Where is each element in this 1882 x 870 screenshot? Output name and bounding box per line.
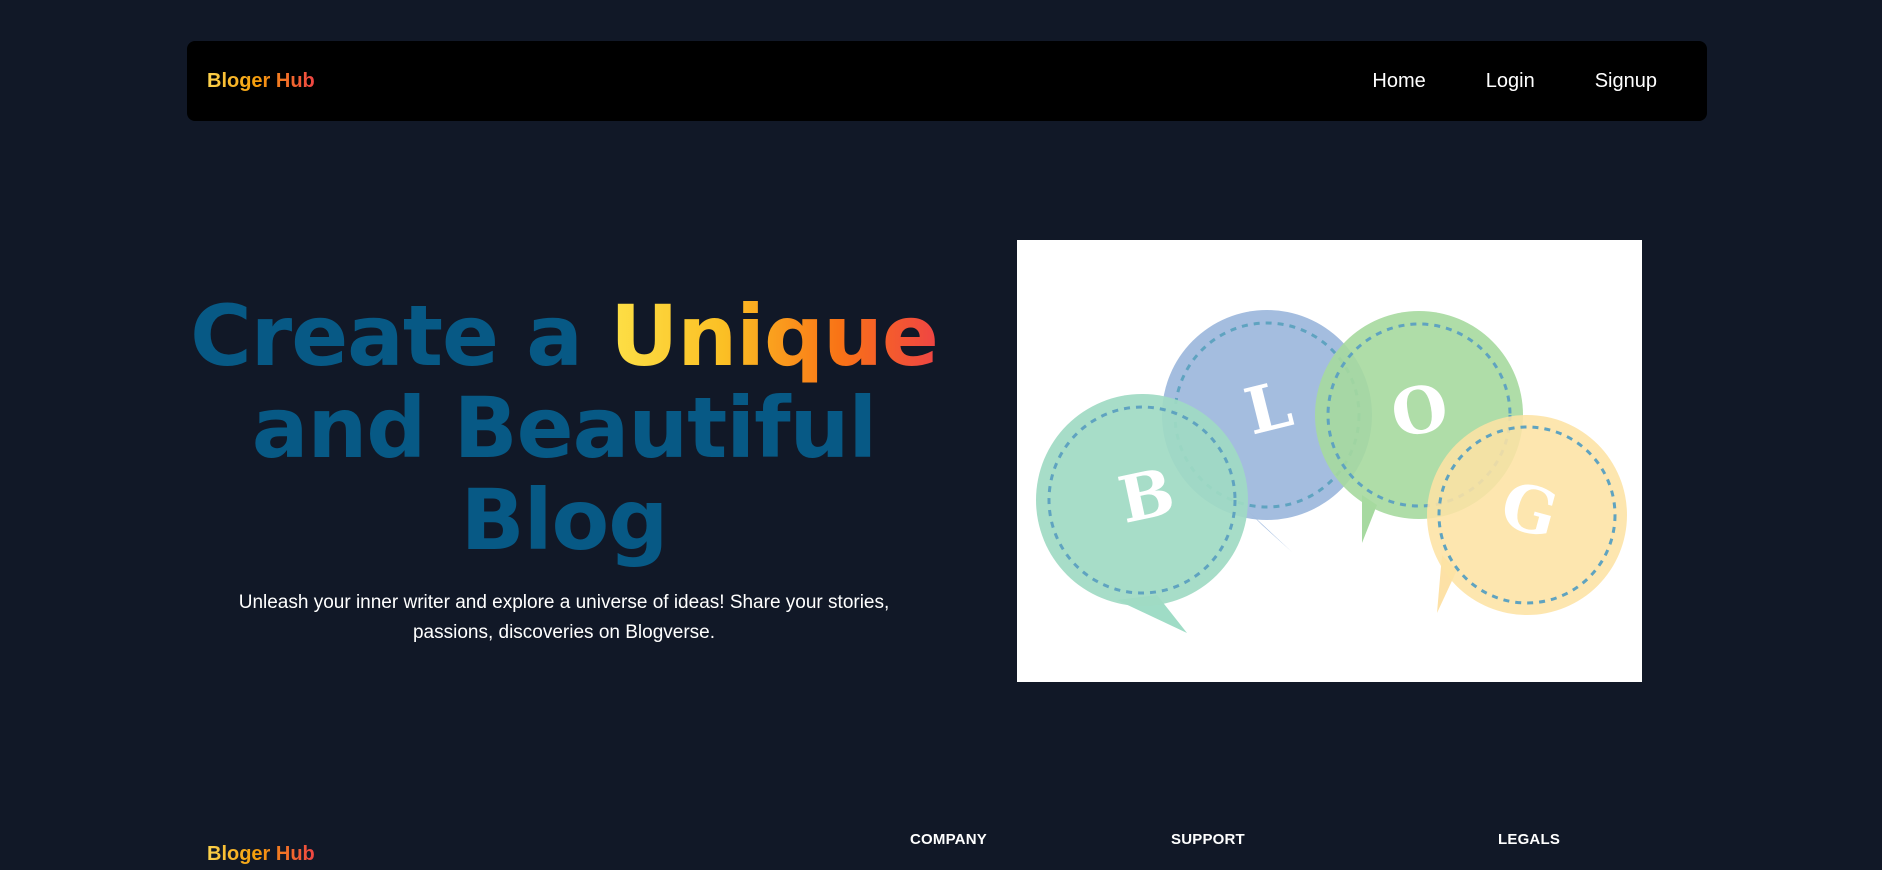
navbar: Bloger Hub Home Login Signup — [187, 41, 1707, 121]
hero-subtitle: Unleash your inner writer and explore a … — [238, 592, 890, 643]
blog-bubbles-graphic: B L O G — [1036, 310, 1627, 633]
footer-heading-support: SUPPORT — [1171, 831, 1245, 848]
nav-home-link[interactable]: Home — [1372, 70, 1425, 93]
hero-title-part3: Blog — [460, 471, 669, 569]
page: Bloger Hub Home Login Signup Create a Un… — [0, 0, 1882, 870]
hero-title: Create a Unique and Beautiful Blog — [187, 290, 941, 566]
nav-signup-link[interactable]: Signup — [1595, 70, 1657, 93]
nav-login-link[interactable]: Login — [1486, 70, 1535, 93]
hero-title-part1: Create a — [190, 287, 611, 385]
hero-title-accent: Unique — [610, 287, 939, 385]
hero-title-part2: and Beautiful — [251, 379, 877, 477]
footer-heading-legals: LEGALS — [1498, 831, 1561, 848]
footer-brand-logo[interactable]: Bloger Hub — [207, 843, 315, 866]
brand-logo[interactable]: Bloger Hub — [207, 70, 315, 93]
nav-links: Home Login Signup — [1372, 70, 1657, 93]
hero-blog-illustration: B L O G — [1017, 240, 1642, 682]
footer-heading-company: COMPANY — [910, 831, 987, 848]
hero-section: Create a Unique and Beautiful Blog Unlea… — [187, 290, 941, 648]
